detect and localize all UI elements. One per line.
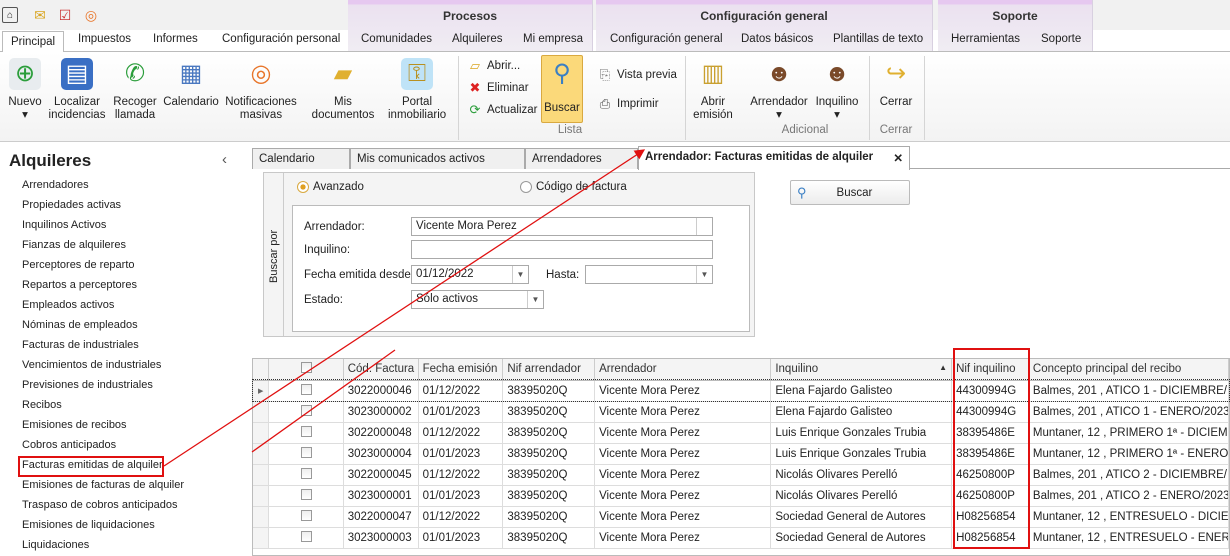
annotation-arrow xyxy=(251,349,396,453)
annotation-arrows xyxy=(163,149,646,467)
annotation-arrow xyxy=(163,149,646,467)
